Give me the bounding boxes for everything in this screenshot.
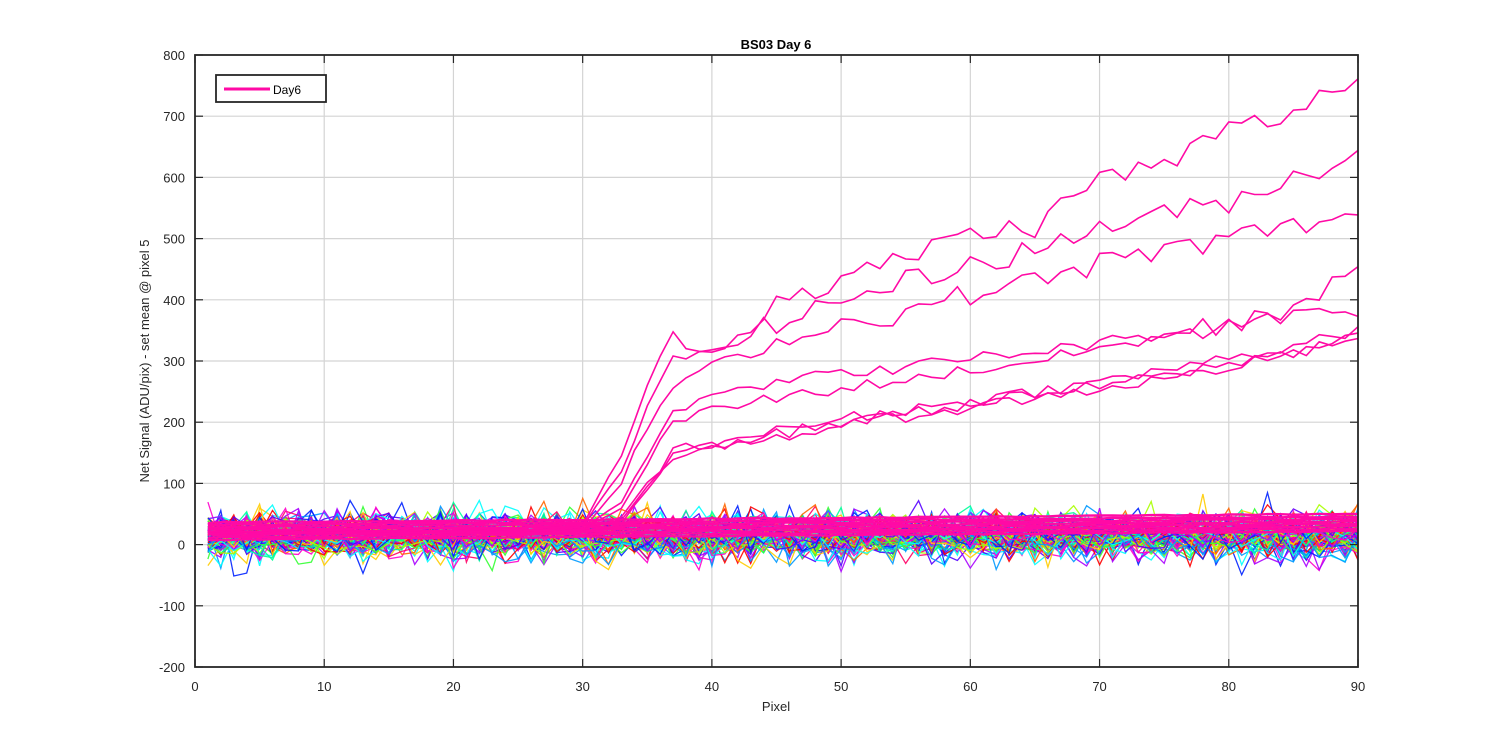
x-tick-label: 0	[191, 679, 198, 694]
y-tick-label: 100	[163, 476, 185, 491]
x-tick-label: 10	[317, 679, 331, 694]
y-axis-label: Net Signal (ADU/pix) - set mean @ pixel …	[137, 240, 152, 483]
chart-title: BS03 Day 6	[741, 37, 812, 52]
x-axis-label: Pixel	[762, 699, 790, 714]
x-tick-label: 90	[1351, 679, 1365, 694]
y-tick-label: 0	[178, 538, 185, 553]
y-tick-label: 600	[163, 170, 185, 185]
figure: BS03 Day 6 0 10 20 30 40 50 60 70 80 90 -200 -100 0…	[0, 0, 1500, 750]
x-tick-label: 40	[705, 679, 719, 694]
y-tick-label: 800	[163, 48, 185, 63]
y-tick-label: 300	[163, 354, 185, 369]
legend: Day6	[215, 74, 327, 103]
line-chart: BS03 Day 6 0 10 20 30 40 50 60 70 80 90 -200 -100 0…	[0, 0, 1500, 750]
x-tick-label: 80	[1222, 679, 1236, 694]
y-tick-label: -200	[159, 660, 185, 675]
x-tick-label: 20	[446, 679, 460, 694]
x-tick-label: 70	[1092, 679, 1106, 694]
legend-label-day6: Day6	[273, 83, 301, 97]
y-tick-label: 700	[163, 109, 185, 124]
y-tick-label: 400	[163, 293, 185, 308]
x-tick-label: 60	[963, 679, 977, 694]
y-tick-label: -100	[159, 599, 185, 614]
x-tick-label: 50	[834, 679, 848, 694]
y-tick-label: 500	[163, 232, 185, 247]
x-tick-label: 30	[575, 679, 589, 694]
plot-area	[195, 55, 1359, 667]
y-tick-label: 200	[163, 415, 185, 430]
